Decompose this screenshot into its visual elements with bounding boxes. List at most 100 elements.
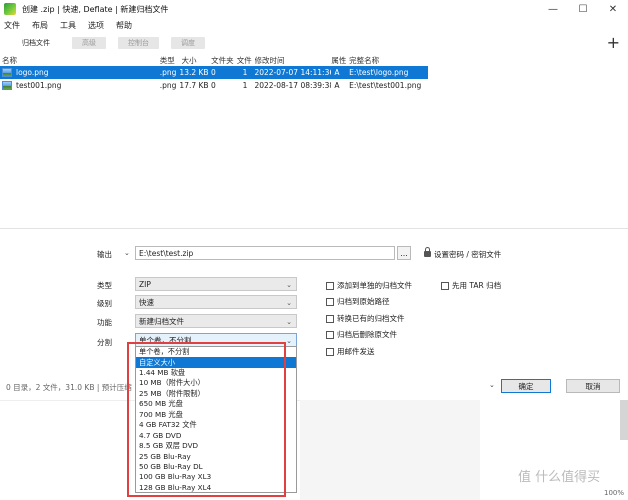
type-label: 类型 [97,281,112,290]
column-header-full-name[interactable]: 完整名称 [349,55,428,66]
checkbox-original-path[interactable]: 归档到原始路径 [326,296,390,307]
column-header-attributes[interactable]: 属性 [331,55,349,66]
cancel-button[interactable]: 取消 [566,379,620,393]
background-area [0,400,628,500]
checkbox-label: 用邮件发送 [337,347,375,356]
menu-help[interactable]: 帮助 [116,20,132,31]
table-row[interactable]: logo.png .png 13.2 KB 0 1 2022-07-07 14:… [0,66,428,79]
close-button[interactable]: ✕ [598,0,628,18]
file-fullname-cell: E:\test\test001.png [349,81,422,90]
checkbox-box[interactable] [441,281,449,290]
minimize-button[interactable]: — [538,0,568,18]
column-header-type[interactable]: 类型 [160,55,180,66]
tab-advanced[interactable]: 高级 [72,37,106,49]
checkbox-separate-archives[interactable]: 添加到单独的归档文件 [326,280,412,291]
file-type-cell: .png [159,68,177,77]
file-attr-cell: A [334,68,340,77]
checkbox-box[interactable] [326,314,334,323]
function-select[interactable]: 新建归档文件 ⌄ [135,314,297,328]
file-name: test001.png [16,81,62,90]
tab-bar: 归档文件 高级 控制台 调度 [0,34,628,52]
checkbox-label: 归档后删除原文件 [337,330,397,339]
chevron-down-icon: ⌄ [286,337,292,345]
checkbox-send-email[interactable]: 用邮件发送 [326,346,375,357]
checkbox-label: 归档到原始路径 [337,297,390,306]
checkbox-label: 添加到单独的归档文件 [337,281,412,290]
menu-bar: 文件 布局 工具 选项 帮助 [0,18,628,32]
window-controls: — ☐ ✕ [538,0,628,18]
level-select-value: 快速 [139,297,154,307]
tab-console[interactable]: 控制台 [118,37,159,49]
type-select[interactable]: ZIP ⌄ [135,277,297,291]
background-panel [300,400,480,500]
tab-archive[interactable]: 归档文件 [12,37,60,49]
ok-button[interactable]: 确定 [501,379,551,393]
checkbox-label: 先用 TAR 归档 [452,281,502,290]
lock-icon [424,247,431,257]
zoom-indicator: 100% [604,489,624,497]
image-file-icon [2,68,12,77]
chevron-down-icon: ⌄ [286,299,292,307]
file-attr-cell: A [334,81,340,90]
type-select-value: ZIP [139,279,151,289]
menu-options[interactable]: 选项 [88,20,104,31]
file-count-cell: 1 [242,68,248,77]
checkbox-box[interactable] [326,297,334,306]
checkbox-label: 转换已有的归档文件 [337,314,405,323]
chevron-down-icon: ⌄ [286,281,292,289]
checkbox-box[interactable] [326,330,334,339]
function-select-value: 新建归档文件 [139,316,184,326]
watermark-text: 值 什么值得买 [518,470,601,485]
title-bar: 创建 .zip | 快速, Deflate | 新建归档文件 — ☐ ✕ [0,0,628,18]
file-modified-cell: 2022-07-07 14:11:36 [254,68,332,77]
column-header-files[interactable]: 文件 [237,55,255,66]
checkbox-tar-first[interactable]: 先用 TAR 归档 [441,280,501,291]
panel-divider [0,228,628,229]
file-list-header: 名称 类型 大小 文件夹 文件 修改时间 属性 完整名称 [0,54,428,66]
app-logo-icon [4,3,16,15]
menu-layout[interactable]: 布局 [32,20,48,31]
tab-schedule[interactable]: 调度 [171,37,205,49]
menu-file[interactable]: 文件 [4,20,20,31]
column-header-modified[interactable]: 修改时间 [255,55,332,66]
column-header-name[interactable]: 名称 [0,55,160,66]
file-modified-cell: 2022-08-17 08:39:38 [254,81,332,90]
set-password-link[interactable]: 设置密码 / 密钥文件 [434,249,501,260]
table-row[interactable]: test001.png .png 17.7 KB 0 1 2022-08-17 … [0,79,428,92]
annotation-highlight-box [127,342,286,497]
file-list: 名称 类型 大小 文件夹 文件 修改时间 属性 完整名称 logo.png .p… [0,54,428,92]
checkbox-convert-archives[interactable]: 转换已有的归档文件 [326,313,405,324]
level-select[interactable]: 快速 ⌄ [135,295,297,309]
background-right [480,400,628,500]
file-count-cell: 1 [242,81,248,90]
chevron-down-icon: ⌄ [286,318,292,326]
split-label: 分割 [97,338,112,347]
file-name-cell: test001.png [0,81,160,90]
options-chevron-icon[interactable]: ⌄ [489,381,495,389]
add-files-button[interactable]: + [607,34,620,52]
file-type-cell: .png [159,81,177,90]
checkbox-delete-after[interactable]: 归档后删除原文件 [326,329,397,340]
window-title: 创建 .zip | 快速, Deflate | 新建归档文件 [22,4,169,14]
output-path-field[interactable]: E:\test\test.zip [135,246,395,260]
column-header-size[interactable]: 大小 [179,55,209,66]
zoom-value: 100% [603,489,624,497]
side-scrollbar [620,400,628,440]
file-folders-cell: 0 [211,68,216,77]
checkbox-box[interactable] [326,347,334,356]
level-label: 级别 [97,299,112,308]
file-fullname-cell: E:\test\logo.png [349,68,409,77]
output-label: 输出 [97,250,112,259]
browse-button[interactable]: ... [397,246,411,260]
output-history-chevron-icon[interactable]: ⌄ [124,249,130,257]
file-name: logo.png [16,68,49,77]
function-label: 功能 [97,318,112,327]
image-file-icon [2,81,12,90]
file-size-cell: 17.7 KB [179,81,209,90]
file-name-cell: logo.png [0,68,160,77]
column-header-folders[interactable]: 文件夹 [209,55,237,66]
file-folders-cell: 0 [211,81,216,90]
menu-tools[interactable]: 工具 [60,20,76,31]
maximize-button[interactable]: ☐ [568,0,598,18]
checkbox-box[interactable] [326,281,334,290]
